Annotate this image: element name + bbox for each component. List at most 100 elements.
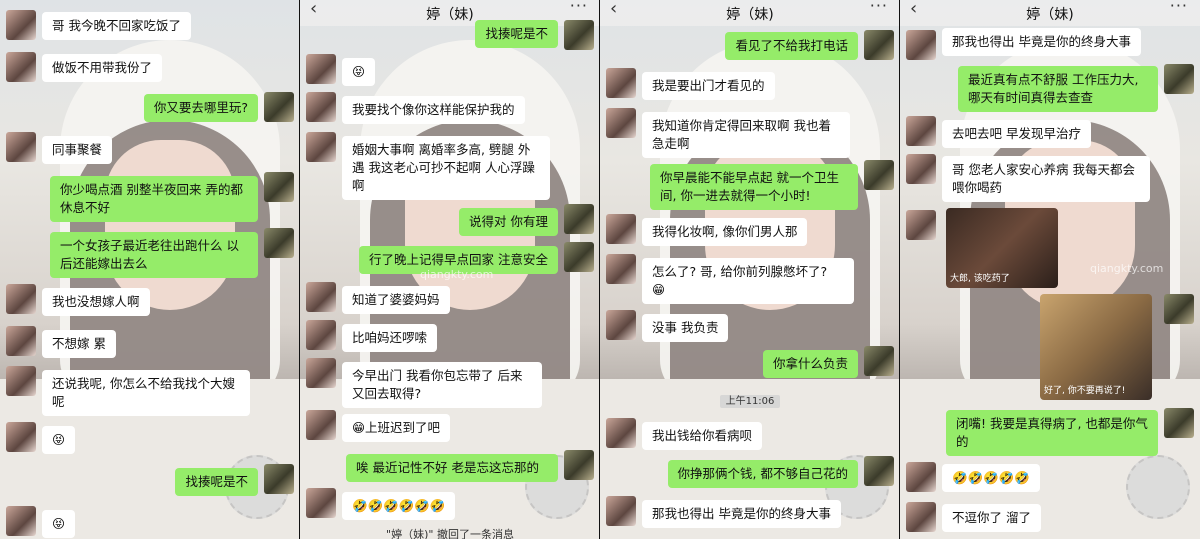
chat-header: ‹ 婷（妹) ··· <box>600 0 899 26</box>
avatar[interactable] <box>906 210 936 240</box>
message-bubble[interactable]: 没事 我负责 <box>642 314 729 342</box>
avatar[interactable] <box>606 68 636 98</box>
message-bubble[interactable]: 知道了婆婆妈妈 <box>342 286 450 314</box>
more-icon[interactable]: ··· <box>1170 0 1188 15</box>
message-bubble[interactable]: 同事聚餐 <box>42 136 113 164</box>
meme-caption: 好了, 你不要再说了! <box>1044 386 1126 396</box>
recall-notice: "婷（妹)" 撤回了一条消息 <box>386 528 514 539</box>
message-bubble[interactable]: 闭嘴! 我要是真得病了, 也都是你气的 <box>946 410 1158 456</box>
avatar[interactable] <box>1164 64 1194 94</box>
message-bubble[interactable]: 你少喝点酒 别整半夜回来 弄的都休息不好 <box>50 176 258 222</box>
message-bubble[interactable]: 还说我呢, 你怎么不给我找个大嫂呢 <box>42 370 250 416</box>
avatar[interactable] <box>6 284 36 314</box>
avatar[interactable] <box>306 92 336 122</box>
message-bubble[interactable]: 最近真有点不舒服 工作压力大, 哪天有时间真得去查查 <box>958 66 1158 112</box>
avatar[interactable] <box>906 154 936 184</box>
avatar[interactable] <box>1164 408 1194 438</box>
message-bubble[interactable]: 我要找个像你这样能保护我的 <box>342 96 525 124</box>
message-bubble[interactable]: 我也没想嫁人啊 <box>42 288 150 316</box>
avatar[interactable] <box>264 172 294 202</box>
avatar[interactable] <box>606 214 636 244</box>
chat-panel-3: ‹ 婷（妹) ··· 看见了不给我打电话 我是要出门才看见的 我知道你肯定得回来… <box>600 0 900 539</box>
message-bubble[interactable]: 看见了不给我打电话 <box>725 32 858 60</box>
avatar[interactable] <box>264 92 294 122</box>
avatar[interactable] <box>6 326 36 356</box>
message-bubble[interactable]: 😁上班迟到了吧 <box>342 414 451 442</box>
avatar[interactable] <box>6 10 36 40</box>
avatar[interactable] <box>906 30 936 60</box>
screenshot-strip: 哥 我今晚不回家吃饭了 做饭不用带我份了 你又要去哪里玩? 同事聚餐 你少喝点酒… <box>0 0 1200 539</box>
avatar[interactable] <box>306 54 336 84</box>
avatar[interactable] <box>306 320 336 350</box>
avatar[interactable] <box>606 310 636 340</box>
message-bubble[interactable]: 找揍呢是不 <box>175 468 258 496</box>
avatar[interactable] <box>906 462 936 492</box>
avatar[interactable] <box>6 132 36 162</box>
avatar[interactable] <box>906 116 936 146</box>
message-bubble[interactable]: 哥 您老人家安心养病 我每天都会喂你喝药 <box>942 156 1150 202</box>
avatar[interactable] <box>306 488 336 518</box>
message-bubble[interactable]: 😝 <box>42 510 76 538</box>
watermark: qiangkty.com <box>1090 262 1164 275</box>
avatar[interactable] <box>564 450 594 480</box>
avatar[interactable] <box>606 254 636 284</box>
message-bubble[interactable]: 比咱妈还啰嗦 <box>342 324 438 352</box>
meme-image[interactable]: 大郎, 该吃药了 <box>946 208 1058 288</box>
message-bubble[interactable]: 你又要去哪里玩? <box>143 94 258 122</box>
watermark: qiangkty.com <box>420 268 494 281</box>
chat-header: ‹ 婷（妹) ··· <box>900 0 1200 26</box>
message-bubble[interactable]: 去吧去吧 早发现早治疗 <box>942 120 1091 148</box>
message-bubble[interactable]: 说得对 你有理 <box>459 208 558 236</box>
message-bubble[interactable]: 你早晨能不能早点起 就一个卫生间, 你一进去就得一个小时! <box>650 164 858 210</box>
avatar[interactable] <box>864 160 894 190</box>
message-bubble[interactable]: 婚姻大事啊 离婚率多高, 劈腿 外遇 我这老心可抄不起啊 人心浮躁啊 <box>342 136 550 200</box>
message-bubble[interactable]: 我得化妆啊, 像你们男人那 <box>642 218 808 246</box>
message-bubble[interactable]: 今早出门 我看你包忘带了 后来又回去取得? <box>342 362 542 408</box>
avatar[interactable] <box>306 358 336 388</box>
avatar[interactable] <box>6 506 36 536</box>
avatar[interactable] <box>564 204 594 234</box>
avatar[interactable] <box>906 502 936 532</box>
message-bubble[interactable]: 我是要出门才看见的 <box>642 72 775 100</box>
avatar[interactable] <box>264 464 294 494</box>
avatar[interactable] <box>864 456 894 486</box>
avatar[interactable] <box>564 242 594 272</box>
timestamp: 上午11:06 <box>600 392 899 408</box>
avatar[interactable] <box>6 366 36 396</box>
message-bubble[interactable]: 那我也得出 毕竟是你的终身大事 <box>942 28 1141 56</box>
message-bubble[interactable]: 😝 <box>342 58 376 86</box>
message-bubble[interactable]: 我知道你肯定得回来取啊 我也着急走啊 <box>642 112 850 158</box>
message-bubble[interactable]: 一个女孩子最近老往出跑什么 以后还能嫁出去么 <box>50 232 258 278</box>
avatar[interactable] <box>6 52 36 82</box>
message-bubble[interactable]: 那我也得出 毕竟是你的终身大事 <box>642 500 841 528</box>
message-bubble[interactable]: 😝 <box>42 426 76 454</box>
message-bubble[interactable]: 找揍呢是不 <box>475 20 558 48</box>
avatar[interactable] <box>864 346 894 376</box>
message-bubble[interactable]: 我出钱给你看病呗 <box>642 422 763 450</box>
more-icon[interactable]: ··· <box>870 0 888 15</box>
avatar[interactable] <box>606 418 636 448</box>
message-bubble[interactable]: 🤣🤣🤣🤣🤣🤣 <box>342 492 456 520</box>
message-bubble[interactable]: 哥 我今晚不回家吃饭了 <box>42 12 191 40</box>
chat-panel-2: ‹ 婷（妹) ··· 找揍呢是不 😝 我要找个像你这样能保护我的 婚姻大事啊 离… <box>300 0 600 539</box>
avatar[interactable] <box>564 20 594 50</box>
message-bubble[interactable]: 你挣那俩个钱, 都不够自己花的 <box>667 460 858 488</box>
message-bubble[interactable]: 你拿什么负责 <box>762 350 858 378</box>
avatar[interactable] <box>1164 294 1194 324</box>
message-bubble[interactable]: 不想嫁 累 <box>42 330 116 358</box>
message-bubble[interactable]: 唉 最近记性不好 老是忘这忘那的 <box>346 454 558 482</box>
avatar[interactable] <box>306 282 336 312</box>
avatar[interactable] <box>306 132 336 162</box>
avatar[interactable] <box>6 422 36 452</box>
message-bubble[interactable]: 怎么了? 哥, 给你前列腺憋坏了? 😁 <box>642 258 854 304</box>
message-bubble[interactable]: 🤣🤣🤣🤣🤣 <box>942 464 1040 492</box>
dog-meme-image[interactable]: 好了, 你不要再说了! <box>1040 294 1152 400</box>
avatar[interactable] <box>606 108 636 138</box>
message-bubble[interactable]: 做饭不用带我份了 <box>42 54 163 82</box>
more-icon[interactable]: ··· <box>570 0 588 15</box>
avatar[interactable] <box>306 410 336 440</box>
message-bubble[interactable]: 不逗你了 溜了 <box>942 504 1041 532</box>
avatar[interactable] <box>864 30 894 60</box>
avatar[interactable] <box>606 496 636 526</box>
avatar[interactable] <box>264 228 294 258</box>
